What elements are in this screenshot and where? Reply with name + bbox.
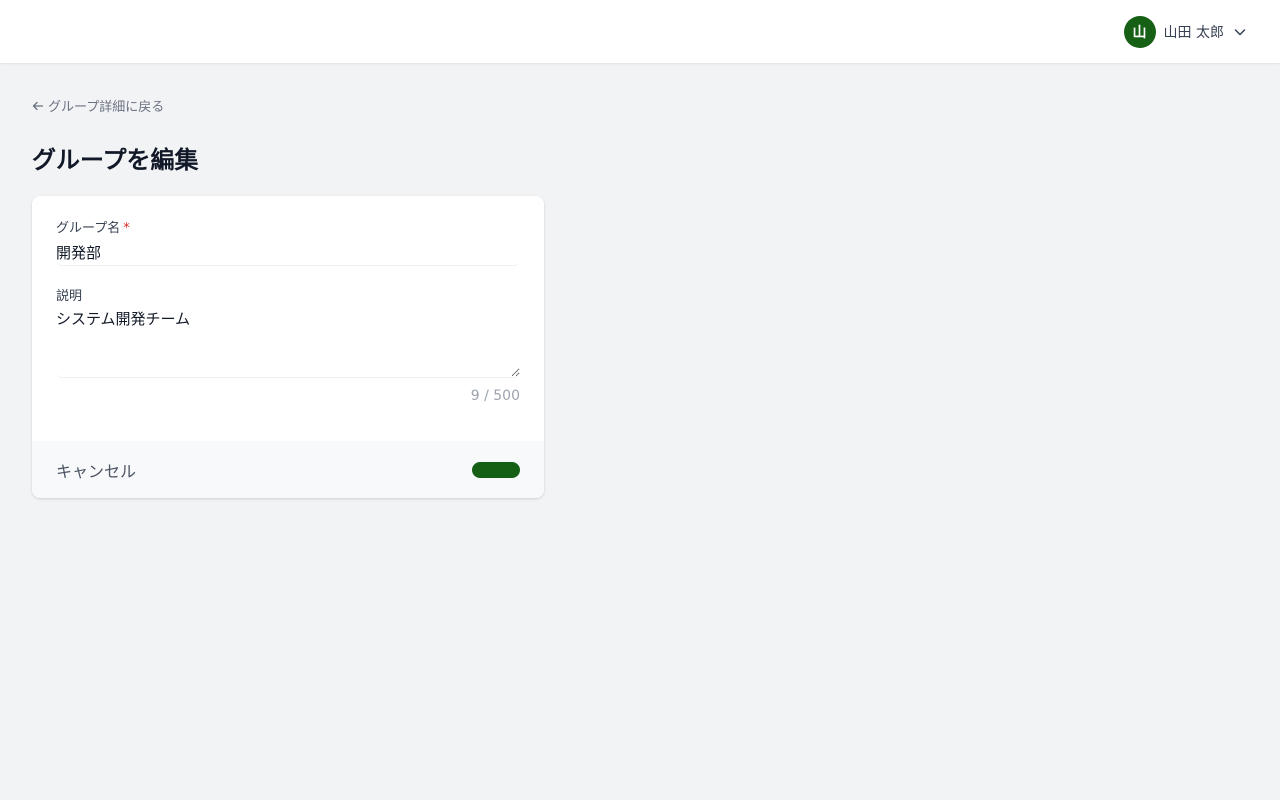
page-title: グループを編集	[32, 146, 199, 174]
save-button[interactable]	[472, 461, 520, 478]
user-menu[interactable]: 山 山田 太郎	[1123, 16, 1248, 48]
description-textarea[interactable]: システム開発チーム	[56, 308, 520, 378]
top-bar: 山 山田 太郎	[0, 0, 1280, 64]
group-name-input[interactable]	[56, 240, 520, 266]
group-name-label: グループ名 *	[56, 220, 520, 238]
group-name-label-text: グループ名	[56, 221, 121, 236]
back-link-label: グループ詳細に戻る	[48, 100, 165, 115]
back-link[interactable]: グループ詳細に戻る	[32, 96, 164, 115]
avatar[interactable]: 山	[1123, 16, 1156, 48]
chevron-down-icon[interactable]	[1232, 24, 1248, 40]
form-body: グループ名* 説明 システム開発チーム 9 / 500	[56, 220, 520, 404]
required-mark: *	[123, 221, 130, 236]
char-counter: 9 / 500	[470, 388, 520, 404]
form-footer: キャンセル	[32, 441, 544, 498]
user-name[interactable]: 山田 太郎	[1164, 22, 1224, 42]
description-label: 説明	[56, 289, 83, 304]
cancel-button[interactable]: キャンセル	[56, 458, 136, 482]
arrow-left-icon	[32, 101, 44, 110]
edit-group-form: グループ名* 説明 システム開発チーム 9 / 500 キャンセル	[32, 196, 544, 498]
